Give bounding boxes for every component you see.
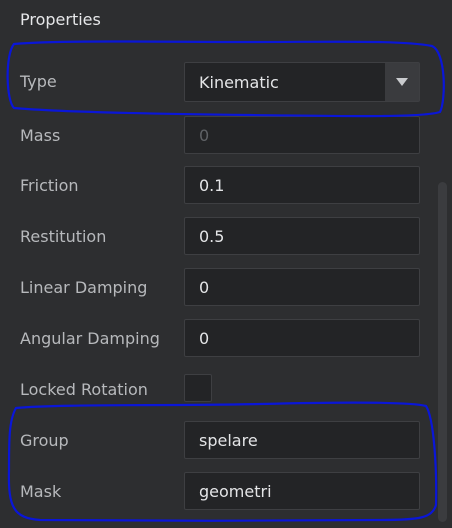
type-label: Type xyxy=(20,72,57,91)
linear-damping-label: Linear Damping xyxy=(20,278,148,297)
linear-damping-row: Linear Damping 0 xyxy=(0,268,430,308)
panel-title: Properties xyxy=(20,10,101,29)
friction-row: Friction 0.1 xyxy=(0,166,430,206)
locked-rotation-checkbox[interactable] xyxy=(184,374,212,402)
mask-row: Mask geometri xyxy=(0,472,430,512)
mask-value: geometri xyxy=(199,482,272,501)
mass-label: Mass xyxy=(20,126,61,145)
restitution-label: Restitution xyxy=(20,227,107,246)
linear-damping-value: 0 xyxy=(199,278,210,297)
angular-damping-value: 0 xyxy=(199,329,210,348)
mass-row: Mass 0 xyxy=(0,116,430,156)
friction-field[interactable]: 0.1 xyxy=(184,166,420,204)
angular-damping-row: Angular Damping 0 xyxy=(0,319,430,359)
mass-field[interactable]: 0 xyxy=(184,116,420,154)
angular-damping-label: Angular Damping xyxy=(20,329,160,348)
group-value: spelare xyxy=(199,431,258,450)
properties-panel: Properties Type Kinematic Mass 0 Frictio… xyxy=(0,0,452,528)
restitution-value: 0.5 xyxy=(199,227,225,246)
mass-value: 0 xyxy=(199,126,210,145)
group-field[interactable]: spelare xyxy=(184,421,420,459)
friction-label: Friction xyxy=(20,176,79,195)
triangle-down-icon xyxy=(396,78,408,86)
linear-damping-field[interactable]: 0 xyxy=(184,268,420,306)
friction-value: 0.1 xyxy=(199,176,225,195)
type-select-value: Kinematic xyxy=(199,73,279,92)
mask-label: Mask xyxy=(20,482,62,501)
angular-damping-field[interactable]: 0 xyxy=(184,319,420,357)
type-dropdown-button[interactable] xyxy=(385,63,419,101)
group-label: Group xyxy=(20,431,69,450)
mask-field[interactable]: geometri xyxy=(184,472,420,510)
locked-rotation-label: Locked Rotation xyxy=(20,380,148,399)
restitution-field[interactable]: 0.5 xyxy=(184,217,420,255)
scrollbar-thumb[interactable] xyxy=(438,182,447,522)
group-row: Group spelare xyxy=(0,421,430,461)
type-select[interactable]: Kinematic xyxy=(184,62,420,102)
restitution-row: Restitution 0.5 xyxy=(0,217,430,257)
locked-rotation-row: Locked Rotation xyxy=(0,370,430,410)
type-row: Type Kinematic xyxy=(0,62,430,102)
